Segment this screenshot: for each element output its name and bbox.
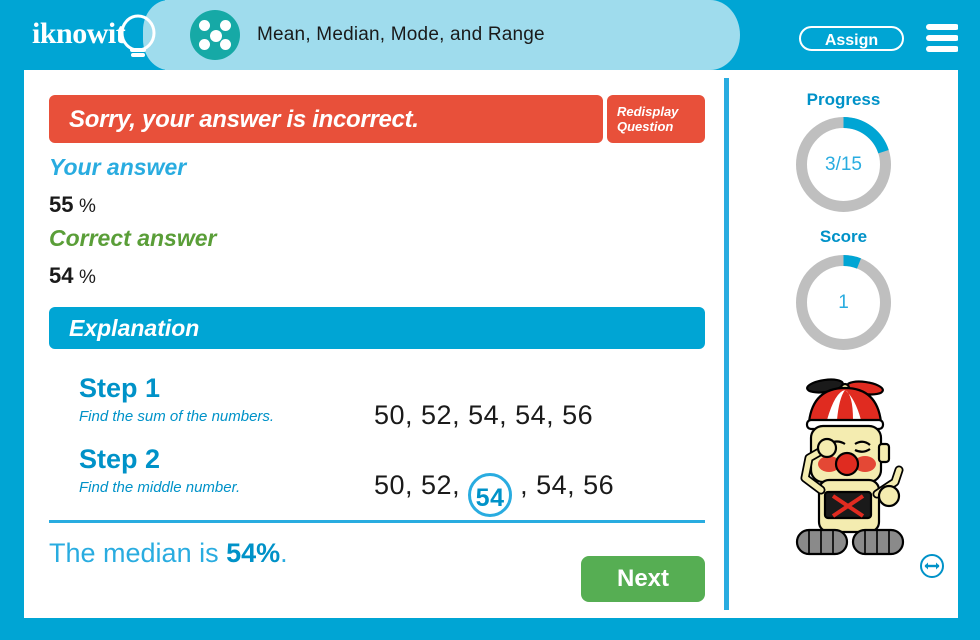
horizontal-resize-icon[interactable] bbox=[919, 553, 945, 579]
step-2-number: Step 2 bbox=[79, 444, 161, 474]
redisplay-line-2: Question bbox=[617, 119, 674, 134]
correct-answer-unit: % bbox=[79, 267, 96, 288]
redisplay-line-1: Redisplay bbox=[617, 104, 679, 119]
sidebar-panel: Progress 3/15 Score 1 bbox=[729, 70, 958, 618]
step-2-highlighted-number: 54 bbox=[468, 473, 513, 517]
feedback-message: Sorry, your answer is incorrect. bbox=[69, 106, 419, 133]
step-2-description: Find the middle number. bbox=[79, 479, 241, 496]
your-answer-number: 55 bbox=[49, 192, 74, 217]
step-1-description: Find the sum of the numbers. bbox=[79, 408, 275, 425]
lesson-title: Mean, Median, Mode, and Range bbox=[257, 24, 545, 45]
hamburger-menu-icon[interactable] bbox=[926, 24, 959, 52]
step-1-expression: 50, 52, 54, 54, 56 bbox=[374, 400, 594, 430]
five-dots-circle-icon bbox=[190, 10, 240, 60]
redisplay-question-button[interactable]: Redisplay Question bbox=[607, 95, 705, 143]
progress-value: 3/15 bbox=[825, 153, 862, 175]
step-2-expression: 50, 52, 54 , 54, 56 bbox=[374, 470, 614, 517]
app-header: iknowit Mean, Median, Mode, and Range As… bbox=[0, 0, 980, 70]
conclusion-suffix: . bbox=[280, 538, 288, 568]
correct-answer-value: 54 % bbox=[49, 263, 96, 289]
conclusion-highlight: 54% bbox=[226, 538, 281, 568]
logo-text: iknowit bbox=[32, 17, 126, 50]
feedback-banner: Sorry, your answer is incorrect. bbox=[49, 95, 603, 143]
step-1-number: Step 1 bbox=[79, 373, 161, 403]
progress-title: Progress bbox=[806, 90, 881, 109]
progress-dial: 3/15 bbox=[791, 112, 896, 217]
step-2-expression-suffix: , 54, 56 bbox=[512, 470, 615, 500]
explanation-heading-bar: Explanation bbox=[49, 307, 705, 349]
explanation-heading: Explanation bbox=[69, 315, 200, 341]
score-title: Score bbox=[819, 227, 868, 246]
frame-left-edge bbox=[0, 0, 24, 640]
correct-answer-label: Correct answer bbox=[49, 225, 217, 251]
your-answer-value: 55 % bbox=[49, 192, 96, 218]
assign-button[interactable]: Assign bbox=[799, 26, 904, 51]
score-value: 1 bbox=[838, 291, 849, 313]
frame-right-edge bbox=[958, 0, 980, 640]
conclusion-text: The median is 54%. bbox=[49, 538, 288, 569]
explanation-divider bbox=[49, 520, 705, 523]
iknowit-logo[interactable]: iknowit bbox=[28, 8, 160, 64]
score-dial: 1 bbox=[791, 250, 896, 355]
next-button[interactable]: Next bbox=[581, 556, 705, 602]
content-area: Sorry, your answer is incorrect. Redispl… bbox=[24, 70, 958, 618]
frame-bottom-edge bbox=[0, 618, 980, 640]
conclusion-prefix: The median is bbox=[49, 538, 227, 568]
lightbulb-icon bbox=[120, 14, 156, 57]
app-window: iknowit Mean, Median, Mode, and Range As… bbox=[0, 0, 980, 640]
step-2-expression-prefix: 50, 52, bbox=[374, 470, 469, 500]
your-answer-unit: % bbox=[79, 196, 96, 217]
main-panel: Sorry, your answer is incorrect. Redispl… bbox=[24, 70, 724, 618]
your-answer-label: Your answer bbox=[49, 154, 187, 180]
next-button-label: Next bbox=[616, 565, 670, 592]
robot-mascot-propeller-hat bbox=[795, 378, 905, 556]
correct-answer-number: 54 bbox=[49, 263, 74, 288]
